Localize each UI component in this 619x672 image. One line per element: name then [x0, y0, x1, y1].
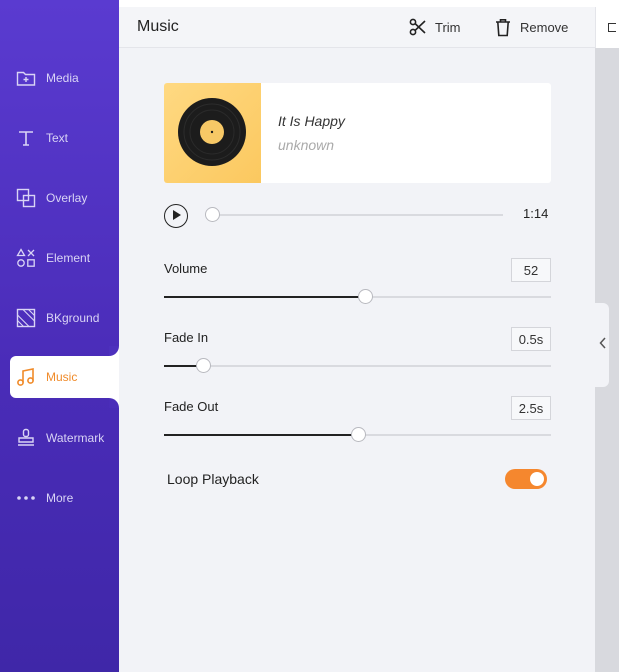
volume-value-input[interactable]: 52 — [511, 258, 551, 282]
remove-button[interactable]: Remove — [493, 17, 568, 37]
fade-out-slider[interactable] — [164, 427, 551, 442]
sidebar-item-label: Element — [46, 251, 91, 265]
sidebar-item-label: Music — [46, 370, 78, 384]
fade-out-slider-fill — [164, 434, 358, 436]
trash-icon — [493, 17, 513, 37]
remove-label: Remove — [520, 19, 569, 35]
track-card: It Is Happy unknown — [164, 83, 551, 183]
sidebar-item-label: BKground — [46, 311, 100, 325]
top-strip — [119, 0, 619, 7]
sidebar-item-watermark[interactable]: Watermark — [0, 417, 119, 459]
playback-progress-handle[interactable] — [205, 207, 220, 222]
stamp-icon — [15, 427, 37, 449]
sidebar-item-label: Watermark — [46, 431, 105, 445]
loop-playback-label: Loop Playback — [167, 471, 259, 487]
fade-in-slider[interactable] — [164, 358, 551, 373]
fade-out-value-input[interactable]: 2.5s — [511, 396, 551, 420]
volume-slider-fill — [164, 296, 366, 298]
collapse-panel-button[interactable] — [595, 303, 609, 387]
loop-playback-toggle[interactable] — [505, 469, 547, 489]
chevron-left-icon — [598, 336, 606, 354]
sidebar-item-more[interactable]: More — [0, 477, 119, 519]
track-duration: 1:14 — [523, 206, 549, 221]
panel-header: Music Trim Remove — [119, 7, 595, 48]
sidebar-item-label: More — [46, 491, 74, 505]
music-note-icon — [15, 366, 37, 388]
sidebar-item-media[interactable]: Media — [0, 57, 119, 99]
sidebar-item-element[interactable]: Element — [0, 237, 119, 279]
scissors-icon — [408, 17, 428, 37]
trim-button[interactable]: Trim — [408, 17, 461, 37]
active-tab-corner-top — [109, 346, 119, 356]
track-title: It Is Happy — [278, 113, 345, 129]
trim-label: Trim — [435, 19, 461, 35]
sidebar-item-label: Text — [46, 131, 69, 145]
sidebar-item-bkground[interactable]: BKground — [0, 297, 119, 339]
track-artist: unknown — [278, 137, 335, 153]
sidebar-item-text[interactable]: Text — [0, 117, 119, 159]
canvas-toolbar-edge — [595, 7, 619, 48]
fade-out-slider-handle[interactable] — [350, 427, 366, 442]
sidebar: Media Text Overlay Element BKground Musi… — [0, 0, 119, 672]
volume-slider[interactable] — [164, 289, 551, 304]
overlay-icon — [15, 187, 37, 209]
fade-in-slider-handle[interactable] — [195, 358, 211, 373]
active-tab-corner-bottom — [109, 398, 119, 408]
folder-plus-icon — [15, 67, 37, 89]
fade-in-label: Fade In — [164, 330, 209, 345]
album-cover — [164, 83, 261, 183]
sidebar-item-overlay[interactable]: Overlay — [0, 177, 119, 219]
playback-progress-track[interactable] — [206, 214, 503, 216]
volume-label: Volume — [164, 261, 208, 276]
text-t-icon — [15, 127, 37, 149]
more-dots-icon — [15, 487, 37, 509]
shapes-icon — [15, 247, 37, 269]
frame-icon — [608, 23, 616, 32]
fade-out-label: Fade Out — [164, 399, 219, 414]
vinyl-record-icon — [178, 98, 246, 166]
sidebar-item-label: Media — [46, 71, 79, 85]
panel-title: Music — [137, 18, 179, 35]
fade-in-value-input[interactable]: 0.5s — [511, 327, 551, 351]
play-button[interactable] — [164, 204, 188, 228]
background-icon — [15, 307, 37, 329]
sidebar-item-label: Overlay — [46, 191, 88, 205]
sidebar-item-music[interactable]: Music — [10, 356, 119, 398]
